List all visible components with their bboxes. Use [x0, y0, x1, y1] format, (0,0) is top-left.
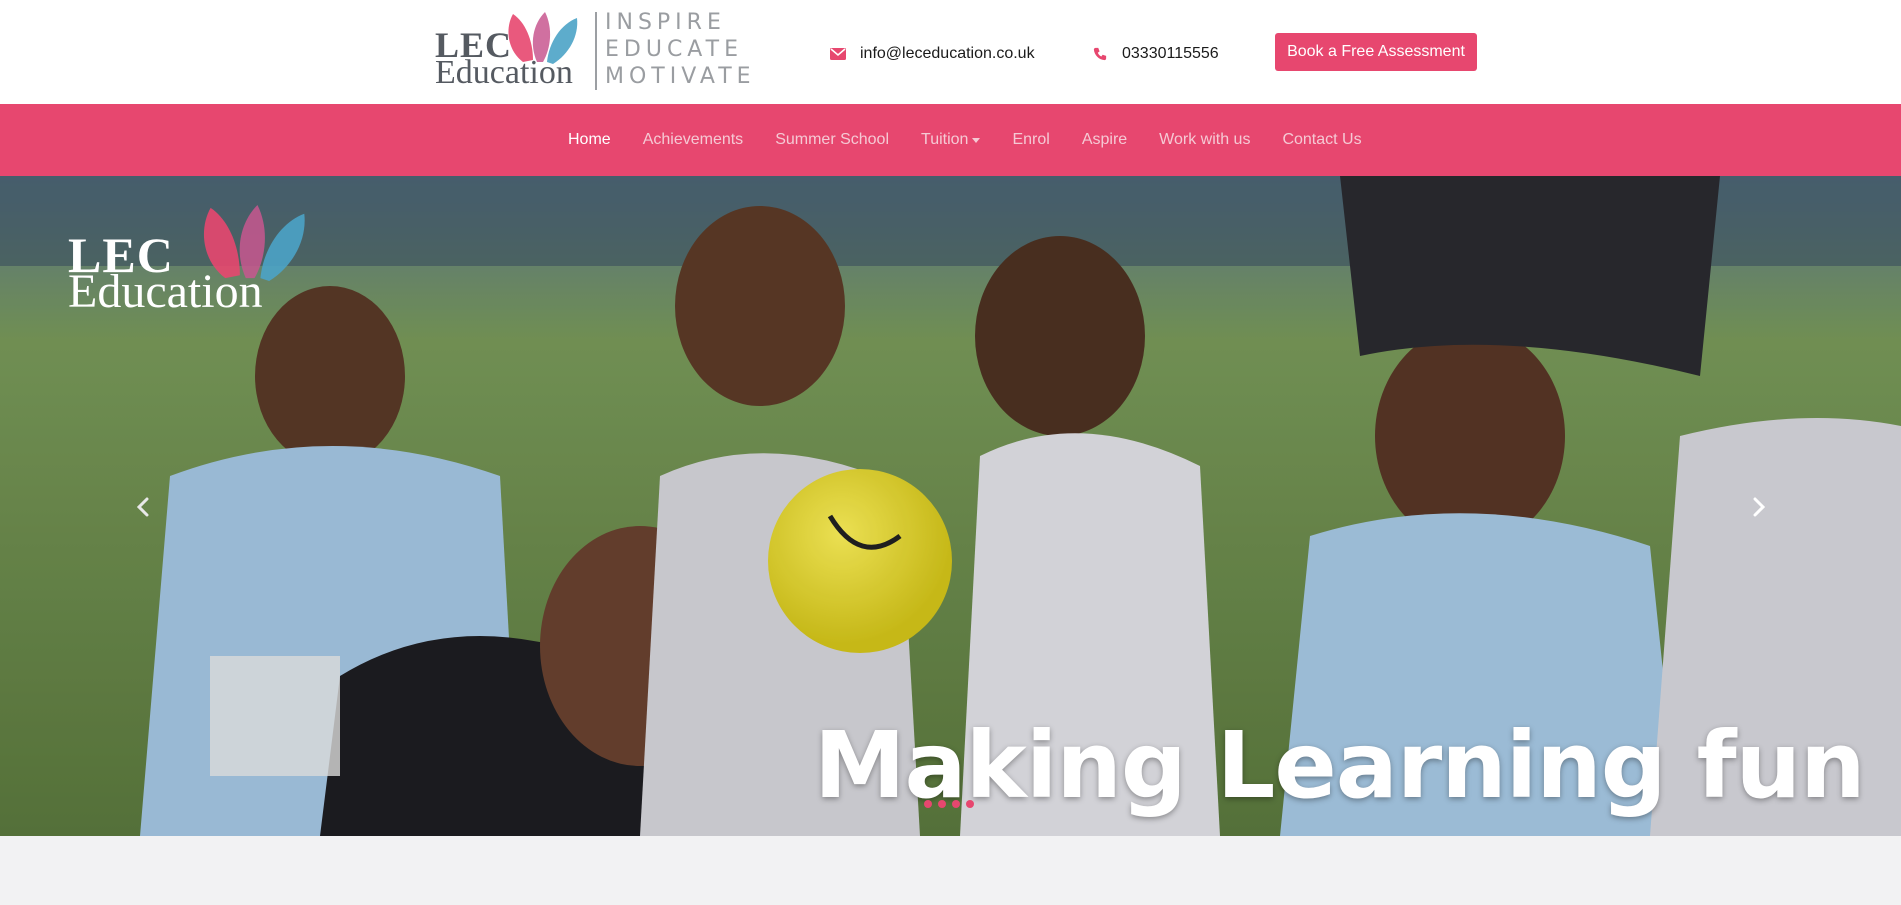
- chevron-right-icon[interactable]: [1744, 492, 1774, 522]
- phone-contact[interactable]: 03330115556: [1092, 45, 1219, 63]
- tagline-educate: EDUCATE: [605, 37, 743, 62]
- nav-item-home[interactable]: Home: [552, 131, 627, 149]
- nav-item-work-with-us[interactable]: Work with us: [1143, 131, 1266, 149]
- logo-divider: [595, 12, 597, 90]
- email-text[interactable]: info@leceducation.co.uk: [860, 45, 1035, 63]
- nav-item-enrol[interactable]: Enrol: [996, 131, 1065, 149]
- nav-item-achievements[interactable]: Achievements: [627, 131, 760, 149]
- carousel-indicators: [924, 800, 974, 808]
- envelope-icon: [830, 48, 846, 60]
- nav-item-tuition[interactable]: Tuition: [905, 131, 996, 149]
- nav-items: Home Achievements Summer School Tuition …: [552, 104, 1378, 176]
- carousel-indicator[interactable]: [952, 800, 960, 808]
- page-content-area: [0, 836, 1901, 905]
- phone-icon: [1093, 47, 1107, 61]
- logo-text-education: Education: [435, 54, 573, 91]
- site-header: LEC Education INSPIRE EDUCATE MOTIVATE i…: [0, 0, 1901, 104]
- nav-item-contact-us[interactable]: Contact Us: [1266, 131, 1377, 149]
- carousel-indicator[interactable]: [966, 800, 974, 808]
- hero-logo-education: Education: [68, 265, 263, 318]
- hero-logo: LEC Education: [68, 202, 328, 318]
- phone-text[interactable]: 03330115556: [1122, 45, 1219, 63]
- nav-item-tuition-label: Tuition: [921, 131, 969, 148]
- tagline-inspire: INSPIRE: [605, 10, 726, 35]
- site-logo[interactable]: LEC Education INSPIRE EDUCATE MOTIVATE: [435, 10, 751, 92]
- nav-item-summer-school[interactable]: Summer School: [759, 131, 905, 149]
- hero-carousel: LEC Education Making Learning fun: [0, 176, 1901, 836]
- email-contact[interactable]: info@leceducation.co.uk: [830, 45, 1035, 63]
- carousel-indicator[interactable]: [924, 800, 932, 808]
- caret-down-icon: [972, 137, 981, 143]
- carousel-indicator[interactable]: [938, 800, 946, 808]
- nav-item-aspire[interactable]: Aspire: [1066, 131, 1143, 149]
- book-assessment-button[interactable]: Book a Free Assessment: [1275, 33, 1477, 71]
- hero-caption: Making Learning fun: [814, 712, 1866, 819]
- main-nav: Home Achievements Summer School Tuition …: [0, 104, 1901, 176]
- chevron-left-icon[interactable]: [128, 492, 158, 522]
- tagline-motivate: MOTIVATE: [605, 64, 756, 89]
